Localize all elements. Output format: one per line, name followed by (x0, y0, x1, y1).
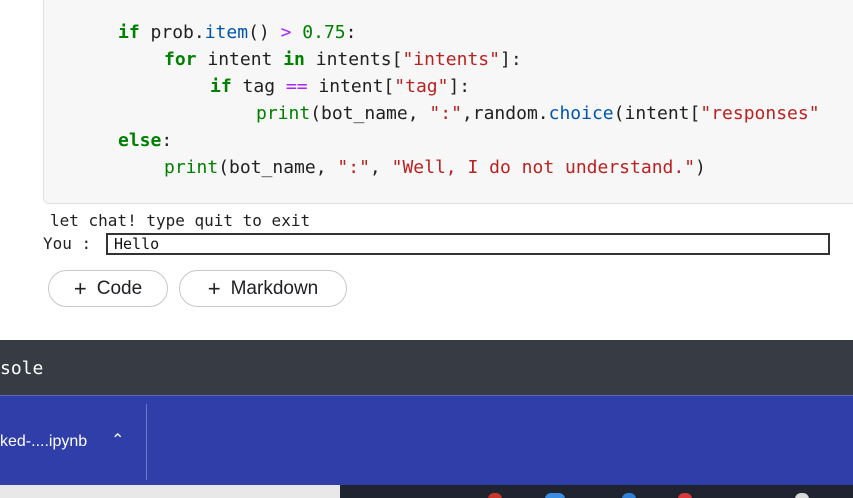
notebook-window: if prob.item() > 0.75: for intent in int… (0, 0, 853, 498)
chevron-up-icon[interactable]: ⌃ (111, 430, 124, 450)
app-icon[interactable] (795, 493, 809, 498)
taskbar-dark-area (340, 485, 853, 498)
code-line: else: (118, 130, 173, 151)
add-code-label: Code (96, 277, 143, 299)
add-code-button[interactable]: + Code (48, 270, 168, 307)
code-line: if tag == intent["tag"]: (210, 76, 471, 97)
divider (146, 404, 147, 480)
app-icon[interactable] (545, 493, 565, 498)
code-line: print(bot_name, ":", "Well, I do not und… (164, 157, 706, 178)
add-markdown-button[interactable]: + Markdown (179, 270, 347, 307)
stdin-prompt: You : (43, 234, 92, 253)
output-line: let chat! type quit to exit (50, 211, 311, 230)
download-file-name[interactable]: ked-....ipynb (0, 433, 87, 451)
stdin-input[interactable]: Hello (106, 233, 830, 255)
plus-icon: + (73, 275, 87, 301)
console-label: sole (0, 358, 44, 379)
app-icon[interactable] (678, 493, 692, 498)
taskbar (0, 485, 853, 498)
code-line: if prob.item() > 0.75: (118, 22, 357, 43)
app-icon[interactable] (488, 493, 502, 498)
code-cell[interactable]: if prob.item() > 0.75: for intent in int… (43, 0, 853, 204)
code-line: print(bot_name, ":",random.choice(intent… (256, 103, 820, 124)
app-icon[interactable] (622, 493, 636, 498)
download-bar: ked-....ipynb ⌃ (0, 395, 853, 485)
add-markdown-label: Markdown (230, 277, 319, 299)
console-panel-header[interactable]: sole (0, 340, 853, 395)
code-line: for intent in intents["intents"]: (164, 49, 522, 70)
plus-icon: + (207, 275, 221, 301)
